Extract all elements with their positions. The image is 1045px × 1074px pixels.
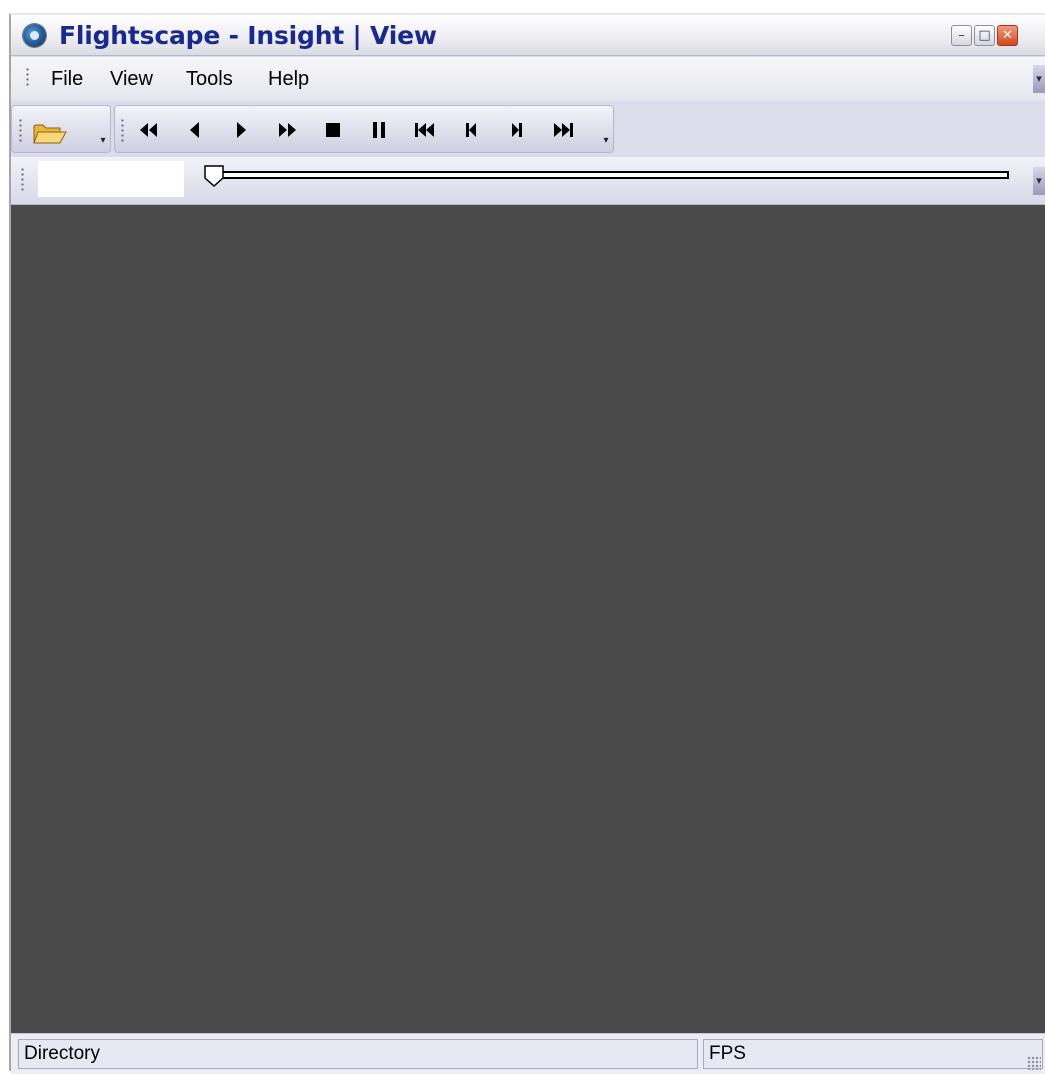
chevron-down-icon: ▾ [1036, 175, 1042, 187]
stop-icon [326, 123, 340, 137]
menu-help[interactable]: Help [268, 68, 309, 91]
seek-slider-track[interactable] [221, 171, 1009, 179]
menu-bar: File View Tools Help ▾ [11, 57, 1045, 101]
window-title: Flightscape - Insight | View [59, 21, 437, 50]
rewind-button[interactable] [135, 117, 163, 143]
seek-toolbar: ▾ [11, 157, 1045, 205]
render-viewport[interactable] [11, 205, 1045, 1033]
next-frame-button[interactable] [503, 117, 531, 143]
skip-to-start-icon [415, 123, 434, 137]
menu-file[interactable]: File [51, 68, 83, 91]
status-fps: FPS [703, 1039, 1043, 1069]
stop-button[interactable] [319, 117, 347, 143]
fast-forward-button[interactable] [273, 117, 301, 143]
minimize-button[interactable]: – [951, 25, 972, 46]
app-logo-icon[interactable] [23, 24, 46, 47]
skip-to-end-icon [554, 123, 573, 137]
file-toolbar-overflow-button[interactable]: ▾ [98, 134, 108, 148]
skip-to-start-button[interactable] [411, 117, 439, 143]
pause-icon [373, 122, 385, 138]
time-input[interactable] [38, 161, 184, 197]
close-icon: ✕ [1002, 28, 1013, 43]
resize-grip-icon[interactable] [1027, 1056, 1041, 1070]
fast-forward-icon [279, 123, 296, 137]
folder-open-icon[interactable] [33, 122, 67, 144]
chevron-down-icon: ▾ [1036, 73, 1042, 85]
previous-frame-button[interactable] [457, 117, 485, 143]
seek-slider-thumb[interactable] [203, 165, 225, 187]
menubar-grip[interactable] [26, 67, 29, 87]
next-frame-icon [512, 123, 522, 137]
skip-to-end-button[interactable] [549, 117, 577, 143]
playback-toolbar-overflow-button[interactable]: ▾ [601, 134, 611, 148]
minimize-icon: – [958, 28, 965, 43]
maximize-icon: □ [978, 28, 991, 43]
menubar-overflow-button[interactable]: ▾ [1033, 65, 1045, 93]
close-button[interactable]: ✕ [997, 25, 1018, 46]
menu-view[interactable]: View [110, 68, 153, 91]
file-toolbar: ▾ [11, 105, 111, 153]
title-bar[interactable]: Flightscape - Insight | View – □ ✕ [11, 15, 1045, 56]
status-directory: Directory [18, 1039, 698, 1069]
previous-frame-icon [466, 123, 476, 137]
app-window: Flightscape - Insight | View – □ ✕ File … [9, 13, 1045, 1074]
chevron-down-icon: ▾ [603, 135, 609, 146]
step-back-icon [190, 122, 199, 138]
maximize-button[interactable]: □ [974, 25, 995, 46]
playback-toolbar-grip[interactable] [121, 118, 124, 142]
playback-toolbar: ▾ [114, 105, 614, 153]
seek-toolbar-overflow-button[interactable]: ▾ [1033, 167, 1045, 195]
menu-tools[interactable]: Tools [186, 68, 233, 91]
step-back-button[interactable] [181, 117, 209, 143]
rewind-icon [140, 123, 157, 137]
pause-button[interactable] [365, 117, 393, 143]
play-button[interactable] [227, 117, 255, 143]
status-bar: Directory FPS [11, 1033, 1045, 1074]
chevron-down-icon: ▾ [100, 135, 106, 146]
toolbar-row: ▾ ▾ [11, 103, 1045, 157]
file-toolbar-grip[interactable] [19, 118, 22, 142]
seek-toolbar-grip[interactable] [21, 167, 24, 191]
play-icon [237, 122, 246, 138]
